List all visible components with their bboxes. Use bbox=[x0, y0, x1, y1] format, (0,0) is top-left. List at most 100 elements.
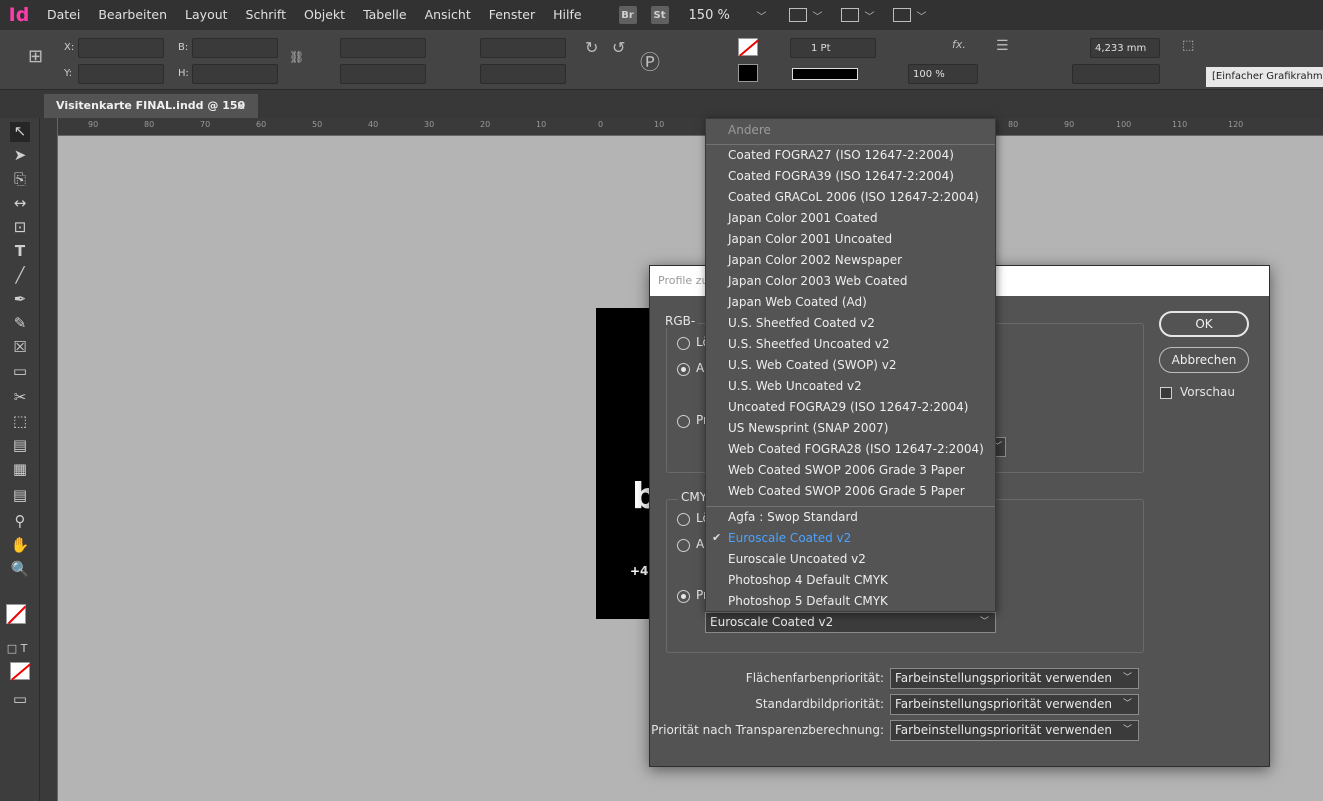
dropdown-item[interactable]: Japan Color 2003 Web Coated bbox=[728, 274, 908, 288]
fill-swatch[interactable] bbox=[738, 38, 759, 57]
scale-x-field[interactable] bbox=[340, 38, 426, 58]
dropdown-item[interactable]: Coated GRACoL 2006 (ISO 12647-2:2004) bbox=[728, 190, 979, 204]
cmyk-radio-profile[interactable] bbox=[677, 590, 690, 603]
cmyk-radio-working[interactable] bbox=[677, 539, 690, 552]
dropdown-item[interactable]: U.S. Web Uncoated v2 bbox=[728, 379, 862, 393]
dropdown-item[interactable]: Japan Color 2001 Uncoated bbox=[728, 232, 892, 246]
fx-icon[interactable]: fx. bbox=[952, 38, 966, 51]
menu-datei[interactable]: Datei bbox=[38, 0, 89, 30]
menu-tabelle[interactable]: Tabelle bbox=[354, 0, 416, 30]
dropdown-item[interactable]: Agfa : Swop Standard bbox=[728, 510, 858, 524]
gradient-swatch-tool-icon[interactable]: ▤ bbox=[10, 436, 30, 454]
dropdown-item[interactable]: Coated FOGRA27 (ISO 12647-2:2004) bbox=[728, 148, 954, 162]
reference-point-icon[interactable]: ⊞ bbox=[28, 46, 43, 67]
stroke-type-swatch[interactable] bbox=[792, 68, 858, 80]
menu-ansicht[interactable]: Ansicht bbox=[416, 0, 480, 30]
default-image-priority-select[interactable]: Farbeinstellungspriorität verwenden ﹀ bbox=[890, 694, 1139, 715]
view-options-icon[interactable] bbox=[788, 8, 807, 22]
dropdown-item[interactable]: U.S. Sheetfed Uncoated v2 bbox=[728, 337, 890, 351]
vertical-ruler[interactable] bbox=[40, 118, 58, 801]
view-chevron-down-icon[interactable]: ﹀ bbox=[813, 8, 823, 23]
close-tab-icon[interactable]: ✕ bbox=[236, 94, 246, 118]
cancel-button[interactable]: Abbrechen bbox=[1159, 347, 1249, 373]
menu-bearbeiten[interactable]: Bearbeiten bbox=[89, 0, 176, 30]
opacity-field[interactable]: 100 % bbox=[908, 64, 978, 84]
pencil-tool-icon[interactable]: ✎ bbox=[10, 314, 30, 332]
dropdown-item[interactable]: Web Coated FOGRA28 (ISO 12647-2:2004) bbox=[728, 442, 984, 456]
fill-color-icon[interactable] bbox=[6, 604, 27, 625]
y-field[interactable] bbox=[78, 64, 164, 84]
object-style-select[interactable]: [Einfacher Grafikrahmen] bbox=[1206, 67, 1323, 87]
menu-layout[interactable]: Layout bbox=[176, 0, 237, 30]
document-tab[interactable]: Visitenkarte FINAL.indd @ 150 % ✕ bbox=[44, 94, 258, 136]
eyedropper-tool-icon[interactable]: ⚲ bbox=[10, 512, 30, 530]
menu-objekt[interactable]: Objekt bbox=[295, 0, 354, 30]
direct-selection-tool-icon[interactable]: ➤ bbox=[10, 146, 30, 164]
p-symbol-icon[interactable]: Ⓟ bbox=[640, 46, 660, 75]
formatting-container-icon[interactable]: □ T bbox=[6, 640, 28, 658]
pen-tool-icon[interactable]: ✒ bbox=[10, 290, 30, 308]
cmyk-radio-discard[interactable] bbox=[677, 513, 690, 526]
rectangle-tool-icon[interactable]: ▭ bbox=[10, 362, 30, 380]
dropdown-item[interactable]: US Newsprint (SNAP 2007) bbox=[728, 421, 888, 435]
text-wrap-icon[interactable]: ☰ bbox=[996, 38, 1009, 54]
screen-mode-icon[interactable] bbox=[840, 8, 859, 22]
screen-mode-tool-icon[interactable]: ▭ bbox=[10, 690, 30, 708]
bridge-button[interactable]: Br bbox=[618, 6, 637, 24]
solid-color-priority-select[interactable]: Farbeinstellungspriorität verwenden ﹀ bbox=[890, 668, 1139, 689]
shear-field[interactable] bbox=[480, 64, 566, 84]
stock-button[interactable]: St bbox=[650, 6, 669, 24]
note-tool-icon[interactable]: ▤ bbox=[10, 486, 30, 504]
business-card-page[interactable]: b +43 bbox=[596, 308, 658, 619]
dropdown-item[interactable]: Uncoated FOGRA29 (ISO 12647-2:2004) bbox=[728, 400, 969, 414]
horizontal-ruler[interactable]: 90 80 70 60 50 40 30 20 10 0 10 80 90 10… bbox=[58, 118, 1323, 136]
dropdown-item[interactable]: Photoshop 4 Default CMYK bbox=[728, 573, 888, 587]
rgb-radio-discard[interactable] bbox=[677, 337, 690, 350]
dropdown-item[interactable]: Japan Color 2002 Newspaper bbox=[728, 253, 902, 267]
zoom-tool-icon[interactable]: 🔍 bbox=[10, 560, 30, 578]
after-blending-priority-select[interactable]: Farbeinstellungspriorität verwenden ﹀ bbox=[890, 720, 1139, 741]
scissors-tool-icon[interactable]: ✂ bbox=[10, 388, 30, 406]
rotation-field[interactable] bbox=[480, 38, 566, 58]
menu-hilfe[interactable]: Hilfe bbox=[544, 0, 590, 30]
width-field[interactable] bbox=[192, 38, 278, 58]
dropdown-item[interactable]: U.S. Sheetfed Coated v2 bbox=[728, 316, 875, 330]
screen-mode-chevron-down-icon[interactable]: ﹀ bbox=[865, 8, 875, 23]
rotate-ccw-icon[interactable]: ↺ bbox=[612, 38, 625, 57]
x-field[interactable] bbox=[78, 38, 164, 58]
dropdown-item[interactable]: U.S. Web Coated (SWOP) v2 bbox=[728, 358, 897, 372]
rgb-radio-profile[interactable] bbox=[677, 415, 690, 428]
free-transform-tool-icon[interactable]: ⬚ bbox=[10, 412, 30, 430]
arrange-chevron-down-icon[interactable]: ﹀ bbox=[917, 8, 927, 23]
rgb-radio-working[interactable] bbox=[677, 363, 690, 376]
dropdown-item[interactable]: Web Coated SWOP 2006 Grade 5 Paper bbox=[728, 484, 965, 498]
preview-checkbox[interactable] bbox=[1160, 387, 1172, 399]
dropdown-item[interactable]: Photoshop 5 Default CMYK bbox=[728, 594, 888, 608]
dropdown-item[interactable]: Japan Color 2001 Coated bbox=[728, 211, 878, 225]
dropdown-item-selected[interactable]: Euroscale Coated v2 bbox=[728, 531, 851, 545]
rotate-cw-icon[interactable]: ↻ bbox=[585, 38, 598, 57]
dropdown-item[interactable]: Coated FOGRA39 (ISO 12647-2:2004) bbox=[728, 169, 954, 183]
offset-field[interactable]: 4,233 mm bbox=[1090, 38, 1160, 58]
arrange-documents-icon[interactable] bbox=[892, 8, 911, 22]
height-field[interactable] bbox=[192, 64, 278, 84]
dropdown-item[interactable]: Euroscale Uncoated v2 bbox=[728, 552, 866, 566]
rectangle-frame-tool-icon[interactable]: ☒ bbox=[10, 338, 30, 356]
hand-tool-icon[interactable]: ✋ bbox=[10, 536, 30, 554]
scale-y-field[interactable] bbox=[340, 64, 426, 84]
selection-tool-icon[interactable]: ↖ bbox=[10, 122, 30, 142]
stroke-weight-field[interactable]: 1 Pt bbox=[790, 38, 876, 58]
line-tool-icon[interactable]: ╱ bbox=[10, 266, 30, 284]
gap-tool-icon[interactable]: ↔ bbox=[10, 194, 30, 212]
zoom-chevron-down-icon[interactable]: ﹀ bbox=[757, 8, 767, 23]
page-tool-icon[interactable]: ⎘ bbox=[10, 170, 30, 188]
corner-options-field[interactable] bbox=[1072, 64, 1160, 84]
dropdown-item[interactable]: Japan Web Coated (Ad) bbox=[728, 295, 867, 309]
dropdown-item[interactable]: Web Coated SWOP 2006 Grade 3 Paper bbox=[728, 463, 965, 477]
zoom-level[interactable]: 150 % bbox=[689, 8, 749, 23]
link-proportions-icon[interactable]: ⛓ bbox=[289, 50, 304, 64]
content-collector-tool-icon[interactable]: ⊡ bbox=[10, 218, 30, 236]
menu-fenster[interactable]: Fenster bbox=[480, 0, 544, 30]
type-tool-icon[interactable]: T bbox=[10, 242, 30, 260]
ok-button[interactable]: OK bbox=[1159, 311, 1249, 337]
